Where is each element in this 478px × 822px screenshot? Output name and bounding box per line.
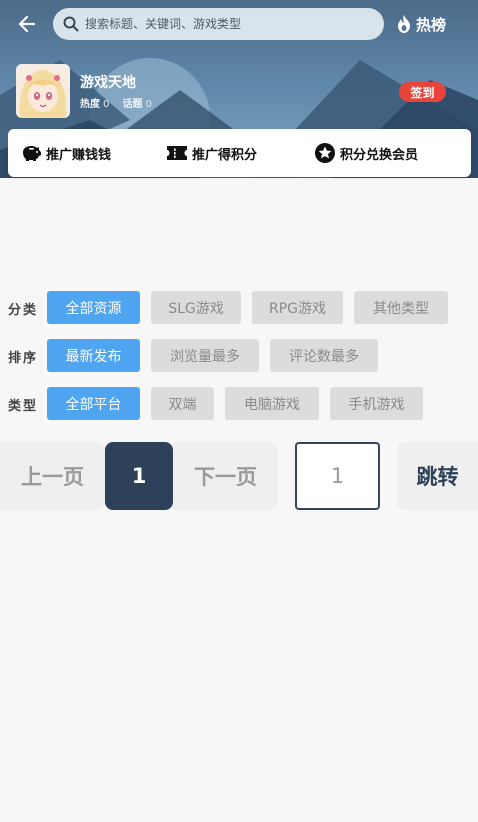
chip-most-viewed[interactable]: 浏览量最多: [151, 339, 259, 372]
signin-button[interactable]: 签到: [399, 82, 446, 102]
arrow-left-icon: [18, 15, 36, 33]
chip-mobile-games[interactable]: 手机游戏: [330, 387, 423, 420]
filter-label-sort: 排序: [8, 351, 39, 366]
next-page-button[interactable]: 下一页: [173, 442, 278, 510]
search-bar[interactable]: [53, 8, 384, 40]
promo-bar: 推广赚钱钱 推广得积分 积分兑换会员: [8, 129, 471, 177]
chip-pc-games[interactable]: 电脑游戏: [225, 387, 319, 420]
chip-all-platforms[interactable]: 全部平台: [47, 387, 140, 420]
piggy-bank-icon: [23, 146, 41, 161]
chip-newest[interactable]: 最新发布: [47, 339, 140, 372]
flame-icon: [398, 15, 410, 33]
game-title: 游戏天地: [80, 75, 136, 91]
chip-slg[interactable]: SLG游戏: [151, 291, 241, 324]
search-input[interactable]: [85, 17, 355, 31]
promo-label: 推广赚钱钱: [46, 147, 112, 163]
hot-list-button[interactable]: 热榜: [395, 11, 446, 37]
chip-rpg[interactable]: RPG游戏: [252, 291, 343, 324]
search-icon: [63, 16, 79, 32]
jump-button[interactable]: 跳转: [397, 442, 478, 510]
heat-value: 0: [103, 99, 110, 110]
current-page-button[interactable]: 1: [105, 442, 173, 510]
promo-earn-money[interactable]: 推广赚钱钱: [20, 141, 111, 165]
game-stats: 热度 0 话题 0: [80, 95, 162, 110]
star-badge-icon: [315, 143, 335, 163]
filter-row-category: 分类 全部资源 SLG游戏 RPG游戏 其他类型: [0, 291, 478, 325]
prev-page-button[interactable]: 上一页: [0, 442, 105, 510]
filter-label-category: 分类: [8, 303, 39, 318]
topic-value: 0: [145, 99, 152, 110]
hot-list-label: 热榜: [416, 15, 447, 34]
promo-label: 积分兑换会员: [340, 147, 419, 163]
page-number-input[interactable]: [295, 442, 380, 510]
chip-dual-platform[interactable]: 双端: [151, 387, 214, 420]
promo-earn-points[interactable]: 推广得积分: [166, 141, 257, 165]
top-bar: 热榜: [0, 8, 478, 40]
game-avatar[interactable]: [16, 64, 70, 118]
pagination: 上一页 1 下一页 跳转: [0, 442, 478, 510]
heat-label: 热度: [80, 99, 100, 110]
anime-girl-avatar-image: [16, 64, 70, 118]
topic-label: 话题: [122, 99, 143, 110]
chip-other[interactable]: 其他类型: [354, 291, 448, 324]
back-button[interactable]: [12, 10, 40, 38]
chip-most-comments[interactable]: 评论数最多: [270, 339, 378, 372]
filter-label-type: 类型: [8, 399, 39, 414]
ticket-icon: [167, 146, 187, 160]
promo-redeem-vip[interactable]: 积分兑换会员: [314, 141, 418, 165]
filter-row-type: 类型 全部平台 双端 电脑游戏 手机游戏: [0, 387, 478, 421]
chip-all-resources[interactable]: 全部资源: [47, 291, 140, 324]
promo-label: 推广得积分: [192, 147, 258, 163]
filter-row-sort: 排序 最新发布 浏览量最多 评论数最多: [0, 339, 478, 373]
